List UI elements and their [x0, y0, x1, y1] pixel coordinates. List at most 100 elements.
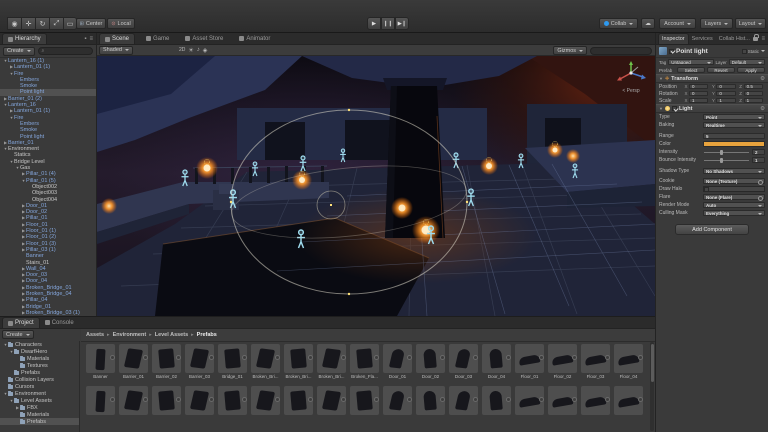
- prefab-asset-tile[interactable]: [284, 386, 313, 422]
- prefab-expand-icon[interactable]: [308, 397, 313, 402]
- control-knob[interactable]: [720, 150, 723, 155]
- prefab-expand-icon[interactable]: [341, 397, 346, 402]
- scene-orientation-gizmo[interactable]: < Persp: [612, 60, 650, 94]
- prefab-asset-tile[interactable]: Banner: [86, 344, 115, 380]
- static-dropdown[interactable]: Static: [742, 49, 765, 54]
- prefab-asset-tile[interactable]: [185, 386, 214, 422]
- prefab-asset-tile[interactable]: Broken_Bri...: [251, 344, 280, 380]
- project-folder-item[interactable]: Cursors: [0, 383, 79, 390]
- prefab-asset-tile[interactable]: [218, 386, 247, 422]
- scene-search-input[interactable]: [590, 47, 652, 55]
- hierarchy-search-input[interactable]: ⌕: [38, 47, 93, 55]
- project-folder-item[interactable]: ▼DwarfHero: [0, 348, 79, 355]
- prefab-asset-tile[interactable]: [383, 386, 412, 422]
- prefab-expand-icon[interactable]: [407, 397, 412, 402]
- inspector-tab[interactable]: Collab Hist...: [716, 33, 753, 44]
- menu-icon[interactable]: ≡: [761, 36, 765, 42]
- prefab-asset-tile[interactable]: [515, 386, 544, 422]
- z-field[interactable]: 0: [744, 91, 763, 97]
- prefab-expand-icon[interactable]: [473, 355, 478, 360]
- control-knob[interactable]: [720, 158, 723, 163]
- layout-dropdown[interactable]: Layout: [735, 18, 766, 29]
- property-control[interactable]: Auto: [703, 202, 765, 209]
- prefab-expand-icon[interactable]: [275, 397, 280, 402]
- y-field[interactable]: 0: [716, 84, 735, 90]
- foldout-arrow-icon[interactable]: ▼: [659, 106, 663, 111]
- menu-icon[interactable]: ≡: [89, 36, 93, 42]
- active-checkbox[interactable]: [669, 49, 674, 54]
- prefab-asset-tile[interactable]: [548, 386, 577, 422]
- property-control[interactable]: Everything: [703, 210, 765, 217]
- space-toggle-button[interactable]: ⊙Local: [107, 18, 135, 29]
- control-knob[interactable]: [704, 187, 709, 192]
- gizmos-dropdown[interactable]: Gizmos: [553, 46, 587, 55]
- prefab-asset-tile[interactable]: Broken_Bri...: [317, 344, 346, 380]
- breadcrumb-item[interactable]: Assets▸: [86, 332, 113, 338]
- view-tab[interactable]: Animator: [234, 33, 275, 44]
- gameobject-name-field[interactable]: Point light: [676, 48, 740, 55]
- prefab-expand-icon[interactable]: [605, 397, 610, 402]
- project-folder-item[interactable]: Prefabs: [0, 369, 79, 376]
- prefab-expand-icon[interactable]: [176, 355, 181, 360]
- prefab-expand-icon[interactable]: [308, 355, 313, 360]
- project-folder-item[interactable]: Materials: [0, 355, 79, 362]
- prefab-asset-tile[interactable]: Floor_04: [614, 344, 643, 380]
- static-checkbox[interactable]: [742, 49, 747, 54]
- project-folder-item[interactable]: ▼Level Assets: [0, 397, 79, 404]
- transform-component-header[interactable]: ▼ ✛ Transform ⚙: [656, 74, 768, 83]
- prefab-expand-icon[interactable]: [209, 397, 214, 402]
- prefab-expand-icon[interactable]: [638, 355, 643, 360]
- project-folder-item[interactable]: ▶FBX: [0, 404, 79, 411]
- prefab-expand-icon[interactable]: [539, 397, 544, 402]
- pause-button[interactable]: ❙❙: [381, 17, 395, 30]
- play-button[interactable]: ▶: [367, 17, 381, 30]
- cloud-button[interactable]: ☁: [641, 18, 655, 29]
- y-field[interactable]: 1: [716, 98, 735, 104]
- tab-hierarchy[interactable]: Hierarchy: [2, 33, 47, 44]
- create-button[interactable]: Create: [3, 47, 35, 56]
- effects-dropdown-icon[interactable]: ◈: [203, 47, 208, 54]
- prefab-asset-tile[interactable]: [86, 386, 115, 422]
- prefab-expand-icon[interactable]: [110, 397, 115, 402]
- collab-button[interactable]: Collab: [599, 18, 638, 29]
- prefab-asset-tile[interactable]: [251, 386, 280, 422]
- property-control[interactable]: Point: [703, 114, 765, 121]
- prefab-expand-icon[interactable]: [341, 355, 346, 360]
- bottom-tab[interactable]: Console: [40, 317, 79, 328]
- tool-button[interactable]: ◉: [7, 17, 21, 30]
- prefab-expand-icon[interactable]: [110, 355, 115, 360]
- prefab-asset-tile[interactable]: [350, 386, 379, 422]
- prefab-asset-tile[interactable]: Door_02: [416, 344, 445, 380]
- z-field[interactable]: 0.5: [744, 84, 763, 90]
- prefab-expand-icon[interactable]: [374, 355, 379, 360]
- prefab-asset-tile[interactable]: [614, 386, 643, 422]
- prefab-asset-tile[interactable]: [317, 386, 346, 422]
- property-control[interactable]: None (Texture): [703, 178, 765, 185]
- lighting-toggle-icon[interactable]: ☀: [188, 47, 193, 54]
- view-tab[interactable]: Scene: [99, 33, 135, 44]
- account-dropdown[interactable]: Account: [659, 18, 696, 29]
- layer-dropdown[interactable]: Default: [729, 59, 765, 65]
- prefab-expand-icon[interactable]: [506, 355, 511, 360]
- audio-toggle-icon[interactable]: ♪: [197, 47, 200, 53]
- prefab-action-button[interactable]: Select: [677, 67, 705, 74]
- project-create-button[interactable]: Create: [2, 330, 34, 339]
- property-control[interactable]: [703, 186, 765, 193]
- prefab-expand-icon[interactable]: [209, 355, 214, 360]
- prefab-asset-tile[interactable]: [449, 386, 478, 422]
- add-component-button[interactable]: Add Component: [675, 224, 749, 235]
- bottom-tab[interactable]: Project: [2, 317, 40, 328]
- vertical-scrollbar[interactable]: [650, 342, 654, 431]
- x-field[interactable]: 0: [689, 84, 708, 90]
- tool-button[interactable]: ↻: [35, 17, 49, 30]
- prefab-expand-icon[interactable]: [374, 397, 379, 402]
- prefab-asset-tile[interactable]: [482, 386, 511, 422]
- view-tab[interactable]: Game: [141, 33, 174, 44]
- prefab-expand-icon[interactable]: [242, 355, 247, 360]
- lock-icon[interactable]: [753, 37, 758, 41]
- prefab-asset-tile[interactable]: Bridge_01: [218, 344, 247, 380]
- project-folder-item[interactable]: Textures: [0, 362, 79, 369]
- prefab-asset-tile[interactable]: Door_04: [482, 344, 511, 380]
- foldout-arrow-icon[interactable]: ▼: [659, 76, 663, 81]
- prefab-expand-icon[interactable]: [440, 397, 445, 402]
